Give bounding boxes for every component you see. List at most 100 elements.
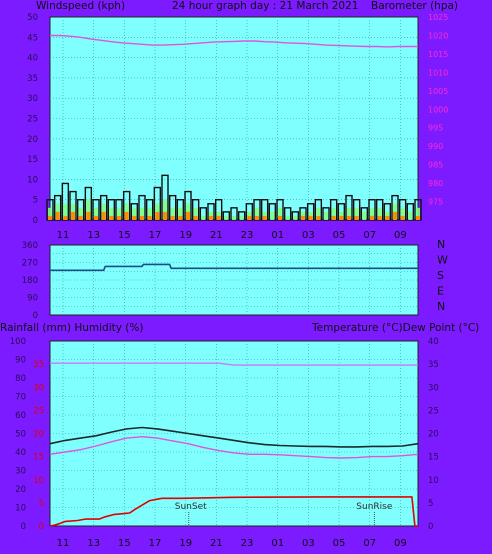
wind-avg-bar xyxy=(270,211,275,220)
wind-min-bar xyxy=(178,215,183,220)
x-tick-bottom: 11 xyxy=(57,538,70,549)
x-tick-bottom: 07 xyxy=(363,538,376,549)
barometer-axis-title: Barometer (hpa) xyxy=(371,0,458,12)
humidity-y-tick: 100 xyxy=(10,337,26,347)
temp-y-tick: 35 xyxy=(428,360,439,370)
wind-y-tick: 50 xyxy=(27,13,38,23)
baro-y-tick: 980 xyxy=(428,179,443,188)
wind-min-bar xyxy=(155,211,160,220)
humidity-y-tick: 10 xyxy=(15,504,26,514)
x-tick-top: 11 xyxy=(57,230,70,241)
humidity-y-tick: 70 xyxy=(15,393,26,403)
x-tick-top: 05 xyxy=(333,230,346,241)
x-tick-bottom: 05 xyxy=(333,538,346,549)
wind-avg-bar xyxy=(323,211,329,220)
x-tick-bottom: 17 xyxy=(149,538,162,549)
wind-avg-bar xyxy=(293,215,298,220)
sunset-label: SunSet xyxy=(175,502,207,512)
humidity-y-tick: 40 xyxy=(15,448,26,458)
wind-min-bar xyxy=(124,211,129,220)
wind-min-bar xyxy=(354,215,359,220)
wind-y-tick: 0 xyxy=(33,216,38,226)
direction-label: N xyxy=(437,300,445,313)
wind-avg-bar xyxy=(239,215,244,220)
baro-y-tick: 1010 xyxy=(428,68,448,77)
wind-y-tick: 5 xyxy=(33,196,38,206)
rain-y-tick: 5 xyxy=(39,499,44,509)
wind-y-tick: 10 xyxy=(27,175,38,185)
wind-min-bar xyxy=(331,215,336,220)
wind-min-bar xyxy=(55,211,60,220)
baro-y-tick: 990 xyxy=(428,142,443,151)
baro-y-tick: 1015 xyxy=(428,50,448,59)
x-tick-top: 13 xyxy=(87,230,100,241)
rain-y-tick: 20 xyxy=(33,430,44,440)
wind-min-bar xyxy=(162,211,168,220)
temp-y-tick: 10 xyxy=(428,476,439,486)
x-tick-top: 17 xyxy=(149,230,162,241)
wind-min-bar xyxy=(147,215,152,220)
temp-y-tick: 25 xyxy=(428,406,439,416)
wind-min-bar xyxy=(247,215,252,220)
wind-min-bar xyxy=(101,211,106,220)
wind-min-bar xyxy=(208,215,214,220)
chart-title: 24 hour graph day : 21 March 2021 xyxy=(172,0,358,12)
wind-min-bar xyxy=(86,211,91,220)
baro-y-tick: 1005 xyxy=(428,87,448,96)
humidity-y-tick: 80 xyxy=(15,374,26,384)
x-tick-bottom: 21 xyxy=(210,538,223,549)
wind-min-bar xyxy=(377,215,382,220)
rain-humidity-axis-title: Rainfall (mm) Humidity (%) xyxy=(0,322,143,334)
wind-min-bar xyxy=(93,215,99,220)
x-tick-bottom: 19 xyxy=(179,538,192,549)
wind-min-bar xyxy=(369,215,375,220)
wind-avg-bar xyxy=(201,215,206,220)
humidity-y-tick: 30 xyxy=(15,467,26,477)
x-tick-bottom: 15 xyxy=(118,538,131,549)
temp-y-tick: 40 xyxy=(428,337,439,347)
wind-y-tick: 40 xyxy=(27,54,38,64)
wind-avg-bar xyxy=(224,215,229,220)
rain-y-tick: 30 xyxy=(33,383,44,393)
wind-min-bar xyxy=(193,215,198,220)
baro-y-tick: 995 xyxy=(428,124,443,133)
wind-min-bar xyxy=(346,215,352,220)
wind-avg-bar xyxy=(285,215,290,220)
x-tick-bottom: 23 xyxy=(241,538,254,549)
wind-min-bar xyxy=(277,215,283,220)
direction-y-tick: 90 xyxy=(27,294,38,304)
wind-min-bar xyxy=(415,215,421,220)
rain-y-tick: 10 xyxy=(33,476,44,486)
temp-y-tick: 0 xyxy=(428,522,433,532)
baro-y-tick: 1025 xyxy=(428,13,448,22)
direction-y-tick: 360 xyxy=(22,241,38,251)
wind-min-bar xyxy=(116,215,122,220)
x-tick-top: 07 xyxy=(363,230,376,241)
wind-y-tick: 45 xyxy=(27,33,38,43)
baro-y-tick: 975 xyxy=(428,198,443,207)
wind-min-bar xyxy=(78,215,83,220)
wind-y-tick: 35 xyxy=(27,74,38,84)
wind-min-bar xyxy=(132,215,137,220)
wind-avg-bar xyxy=(362,211,367,220)
temp-y-tick: 20 xyxy=(428,430,439,440)
wind-min-bar xyxy=(185,211,191,220)
wind-direction-panel: 0 90 180 270 360 xyxy=(22,241,419,321)
wind-y-tick: 30 xyxy=(27,94,38,104)
sunrise-label: SunRise xyxy=(356,502,393,512)
x-tick-top: 03 xyxy=(302,230,315,241)
wind-min-bar xyxy=(308,215,313,220)
x-tick-bottom: 01 xyxy=(271,538,284,549)
x-tick-top: 09 xyxy=(394,230,407,241)
wind-y-tick: 25 xyxy=(27,115,38,125)
wind-min-bar xyxy=(170,215,175,220)
temp-y-tick: 30 xyxy=(428,383,439,393)
direction-label: W xyxy=(437,254,448,267)
x-tick-bottom: 13 xyxy=(87,538,100,549)
wind-y-tick: 20 xyxy=(27,135,38,145)
wind-min-bar xyxy=(392,211,398,220)
wind-min-bar xyxy=(216,215,221,220)
x-tick-top: 23 xyxy=(241,230,254,241)
wind-min-bar xyxy=(63,215,68,220)
wind-min-bar xyxy=(262,215,267,220)
